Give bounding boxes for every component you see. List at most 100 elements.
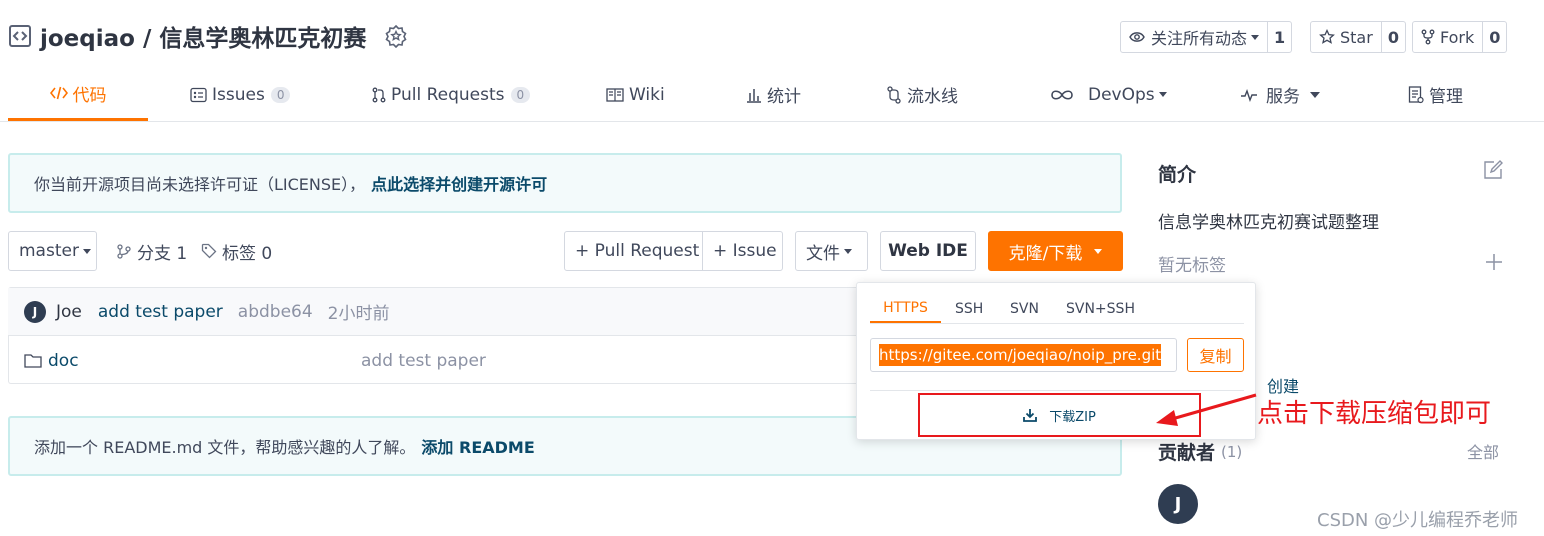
annotation-arrow-icon [1150,390,1260,430]
new-issue-label: + Issue [713,241,777,261]
tab-ssh[interactable]: SSH [955,295,983,323]
tab-issues[interactable]: Issues 0 [190,68,291,121]
star-label: Star [1340,27,1373,47]
tabs-divider [870,323,1244,324]
tab-code[interactable]: 代码 [8,68,148,121]
star-button-group: Star 0 [1310,21,1406,53]
new-issue-button[interactable]: + Issue [702,231,783,271]
repo-title[interactable]: joeqiao / 信息学奥林匹克初赛 [40,19,366,53]
watch-button[interactable]: 关注所有动态 [1121,22,1267,52]
tab-manage[interactable]: 管理 [1408,68,1463,121]
branch-icon [116,243,132,259]
fork-button-group: Fork 0 [1412,21,1508,53]
new-pull-request-label: + Pull Request [575,241,700,261]
infinity-icon [1050,89,1079,101]
tab-label: 流水线 [907,87,958,107]
tab-https[interactable]: HTTPS [870,295,941,323]
branches-link[interactable]: 分支 1 [116,231,187,271]
watermark: CSDN @少儿编程乔老师 [1317,510,1519,531]
repo-code-icon [8,24,32,48]
clone-download-label: 克隆/下载 [1008,243,1083,264]
web-ide-button[interactable]: Web IDE [880,231,976,271]
commit-time: 2小时前 [327,304,390,324]
no-tags-text: 暂无标签 [1158,256,1226,276]
tab-svn[interactable]: SVN [1010,295,1039,323]
issues-count-badge: 0 [270,86,291,103]
tab-wiki[interactable]: Wiki [606,68,665,121]
repo-nav: 代码 Issues 0 Pull Requests 0 Wiki 统计 流水线 … [0,68,1544,122]
watch-button-group: 关注所有动态 1 [1120,21,1293,53]
contributors-title: 贡献者 [1158,442,1216,464]
folder-icon [24,353,42,368]
tab-pull-requests[interactable]: Pull Requests 0 [372,68,531,121]
manage-icon [1408,85,1429,104]
tab-devops[interactable]: DevOps [1050,68,1167,121]
license-alert: 你当前开源项目尚未选择许可证（LICENSE）， 点此选择并创建开源许可 [8,153,1122,213]
fork-count[interactable]: 0 [1482,22,1506,52]
tab-services[interactable]: 服务 [1240,68,1320,121]
add-readme-link[interactable]: 添加 README [421,434,534,458]
branch-selector[interactable]: master [8,231,97,271]
pulse-icon [1240,88,1263,102]
file-name[interactable]: doc [48,351,79,371]
new-pull-request-button[interactable]: + Pull Request [564,231,703,271]
wiki-icon [606,87,629,102]
avatar[interactable]: J [24,300,46,323]
tab-label: 服务 [1266,87,1300,107]
web-ide-label: Web IDE [888,241,968,261]
intro-heading: 简介 [1158,164,1197,186]
pipeline-icon [886,85,907,104]
commit-message[interactable]: add test paper [98,302,223,322]
pull-requests-count-badge: 0 [510,86,531,103]
tab-stats[interactable]: 统计 [746,68,801,121]
annotation-text: 点击下载压缩包即可 [1257,399,1492,429]
tab-svn-ssh[interactable]: SVN+SSH [1066,295,1135,323]
contributors-count: (1) [1221,442,1243,461]
tab-label: 代码 [72,85,107,106]
commit-hash[interactable]: abdbe64 [238,302,313,322]
all-contributors-link[interactable]: 全部 [1467,439,1499,463]
repo-description: 信息学奥林匹克初赛试题整理 [1158,213,1379,233]
chevron-down-icon [844,248,852,254]
branches-label: 分支 1 [137,243,188,264]
latest-commit-row: J Joe add test paper abdbe64 2小时前 [8,288,868,336]
repo-header: joeqiao / 信息学奥林匹克初赛 [8,18,408,54]
add-tag-icon[interactable] [1485,253,1503,271]
tab-pipeline[interactable]: 流水线 [886,68,958,121]
clone-download-button[interactable]: 克隆/下载 [988,231,1123,271]
chevron-down-icon [1094,248,1103,254]
badge-icon[interactable] [384,24,408,48]
clone-url-input[interactable]: https://gitee.com/joeqiao/noip_pre.git [870,338,1177,372]
watch-count[interactable]: 1 [1267,22,1291,52]
fork-button[interactable]: Fork [1413,22,1482,52]
tab-label: Pull Requests [391,84,505,105]
chevron-down-icon [1310,91,1320,98]
tag-icon [201,243,217,259]
chevron-down-icon [1251,34,1260,40]
create-license-link[interactable]: 点此选择并创建开源许可 [371,171,547,195]
tab-label: DevOps [1088,84,1155,105]
copy-button[interactable]: 复制 [1187,338,1244,372]
download-zip-label: 下载ZIP [1049,409,1096,425]
edit-icon[interactable] [1483,160,1503,180]
table-row: doc add test paper [8,337,868,384]
branch-name: master [19,241,79,261]
tags-link[interactable]: 标签 0 [201,231,272,271]
star-count[interactable]: 0 [1380,22,1405,52]
tab-label: Wiki [629,84,665,105]
contributor-avatar[interactable]: J [1158,484,1198,524]
tab-label: 统计 [767,87,801,107]
contributors-heading: 贡献者 (1) [1158,438,1242,465]
commit-author[interactable]: Joe [56,302,82,322]
file-menu-button[interactable]: 文件 [795,231,868,271]
download-icon [1023,408,1038,422]
tags-label: 标签 0 [222,243,273,264]
tab-label: Issues [212,84,265,105]
star-button[interactable]: Star [1311,22,1381,52]
watch-label: 关注所有动态 [1151,29,1248,48]
readme-alert-text: 添加一个 README.md 文件，帮助感兴趣的人了解。 [34,438,416,457]
eye-icon [1129,31,1145,43]
fork-icon [1421,29,1435,45]
issues-icon [190,87,212,103]
file-commit-message[interactable]: add test paper [361,351,486,371]
